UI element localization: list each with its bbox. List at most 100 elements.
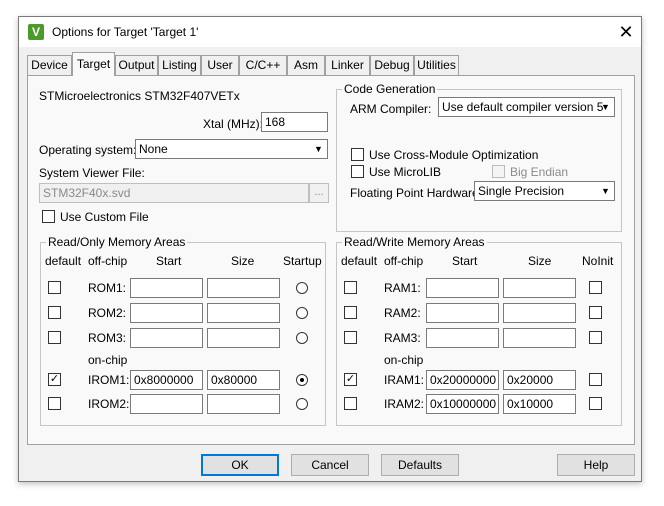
ram-size-input[interactable] (503, 278, 576, 298)
rom-start-input[interactable] (130, 278, 203, 298)
ram-noinit-checkbox[interactable] (589, 306, 602, 319)
cross-module-checkbox[interactable] (351, 148, 364, 161)
xtal-input[interactable]: 168 (261, 112, 328, 132)
ram-row-label: RAM2: (384, 306, 421, 320)
device-name: STMicroelectronics STM32F407VETx (39, 89, 240, 103)
code-generation-title: Code Generation (342, 82, 438, 96)
tab-linker[interactable]: Linker (325, 55, 370, 75)
ram-start-input[interactable]: 0x10000000 (426, 394, 499, 414)
rom-default-checkbox[interactable] (48, 397, 61, 410)
ram-noinit-checkbox[interactable] (589, 373, 602, 386)
microlib-checkbox[interactable] (351, 165, 364, 178)
ram-start-input[interactable] (426, 328, 499, 348)
ram-start-input[interactable] (426, 303, 499, 323)
rom-startup-radio[interactable] (296, 398, 308, 410)
rom-onchip-label: on-chip (88, 353, 128, 367)
ram-start-input[interactable]: 0x20000000 (426, 370, 499, 390)
close-icon[interactable]: ✕ (613, 19, 639, 45)
rom-startup-radio[interactable] (296, 332, 308, 344)
rom-header-offchip: off-chip (88, 254, 128, 268)
rom-default-checkbox[interactable] (48, 281, 61, 294)
tab-user[interactable]: User (201, 55, 239, 75)
tab-utilities[interactable]: Utilities (414, 55, 459, 75)
use-custom-file-label: Use Custom File (60, 210, 149, 224)
ram-row-label: IRAM2: (384, 397, 425, 411)
target-tab-panel: STMicroelectronics STM32F407VETx Xtal (M… (27, 75, 635, 445)
ram-default-checkbox[interactable]: ✓ (344, 373, 357, 386)
rom-size-input[interactable] (207, 278, 280, 298)
os-value: None (139, 142, 168, 156)
rom-group-title: Read/Only Memory Areas (46, 235, 188, 249)
tab-output[interactable]: Output (115, 55, 158, 75)
rom-size-input[interactable] (207, 394, 280, 414)
help-button[interactable]: Help (557, 454, 635, 476)
ram-header-noinit: NoInit (582, 254, 614, 268)
rom-start-input[interactable]: 0x8000000 (130, 370, 203, 390)
window-title: Options for Target 'Target 1' (52, 25, 199, 39)
ram-default-checkbox[interactable] (344, 397, 357, 410)
ram-header-offchip: off-chip (384, 254, 424, 268)
ram-noinit-checkbox[interactable] (589, 331, 602, 344)
cancel-button[interactable]: Cancel (291, 454, 369, 476)
ram-noinit-checkbox[interactable] (589, 397, 602, 410)
cross-module-label: Use Cross-Module Optimization (369, 148, 539, 162)
keil-app-icon: V (28, 24, 44, 40)
ram-row-label: RAM1: (384, 281, 421, 295)
rom-size-input[interactable] (207, 303, 280, 323)
os-label: Operating system: (39, 143, 137, 157)
ram-default-checkbox[interactable] (344, 281, 357, 294)
ram-size-input[interactable]: 0x20000 (503, 370, 576, 390)
rom-header-start: Start (156, 254, 182, 268)
rom-row-label: ROM1: (88, 281, 127, 295)
tab-listing[interactable]: Listing (158, 55, 201, 75)
rom-start-input[interactable] (130, 303, 203, 323)
os-select[interactable]: None ▼ (135, 139, 328, 159)
ram-onchip-label: on-chip (384, 353, 424, 367)
tab-asm[interactable]: Asm (287, 55, 325, 75)
tab-device[interactable]: Device (27, 55, 72, 75)
fph-value: Single Precision (478, 184, 565, 198)
rom-default-checkbox[interactable] (48, 331, 61, 344)
tab-target[interactable]: Target (72, 52, 115, 76)
rom-default-checkbox[interactable] (48, 306, 61, 319)
ram-default-checkbox[interactable] (344, 331, 357, 344)
rom-startup-radio[interactable] (296, 374, 308, 386)
fph-select[interactable]: Single Precision ▼ (474, 181, 615, 201)
svf-input[interactable]: STM32F40x.svd (39, 183, 309, 203)
rom-default-checkbox[interactable]: ✓ (48, 373, 61, 386)
chevron-down-icon: ▼ (314, 144, 323, 154)
defaults-button[interactable]: Defaults (381, 454, 459, 476)
rom-header-startup: Startup (283, 254, 322, 268)
rom-size-input[interactable]: 0x80000 (207, 370, 280, 390)
xtal-label: Xtal (MHz): (203, 117, 263, 131)
rom-start-input[interactable] (130, 394, 203, 414)
radio-dot (300, 378, 304, 382)
chevron-down-icon: ▼ (601, 102, 610, 112)
rom-header-default: default (45, 254, 82, 268)
rom-header-size: Size (231, 254, 255, 268)
svf-label: System Viewer File: (39, 166, 145, 180)
rom-start-input[interactable] (130, 328, 203, 348)
ram-size-input[interactable]: 0x10000 (503, 394, 576, 414)
ok-button[interactable]: OK (201, 454, 279, 476)
arm-compiler-value: Use default compiler version 5 (442, 100, 604, 114)
tab-cpp[interactable]: C/C++ (239, 55, 287, 75)
arm-compiler-select[interactable]: Use default compiler version 5 ▼ (438, 97, 615, 117)
rom-size-input[interactable] (207, 328, 280, 348)
rom-startup-radio[interactable] (296, 282, 308, 294)
ram-default-checkbox[interactable] (344, 306, 357, 319)
big-endian-checkbox[interactable] (492, 165, 505, 178)
ram-size-input[interactable] (503, 303, 576, 323)
ram-header-start: Start (452, 254, 478, 268)
fph-label: Floating Point Hardware: (350, 186, 483, 200)
rom-startup-radio[interactable] (296, 307, 308, 319)
rom-row-label: IROM2: (88, 397, 130, 411)
svf-browse-button[interactable]: ... (309, 183, 329, 203)
ram-size-input[interactable] (503, 328, 576, 348)
use-custom-file-checkbox[interactable] (42, 210, 55, 223)
ram-start-input[interactable] (426, 278, 499, 298)
big-endian-label: Big Endian (510, 165, 569, 179)
tab-debug[interactable]: Debug (370, 55, 414, 75)
ram-row-label: RAM3: (384, 331, 421, 345)
ram-noinit-checkbox[interactable] (589, 281, 602, 294)
